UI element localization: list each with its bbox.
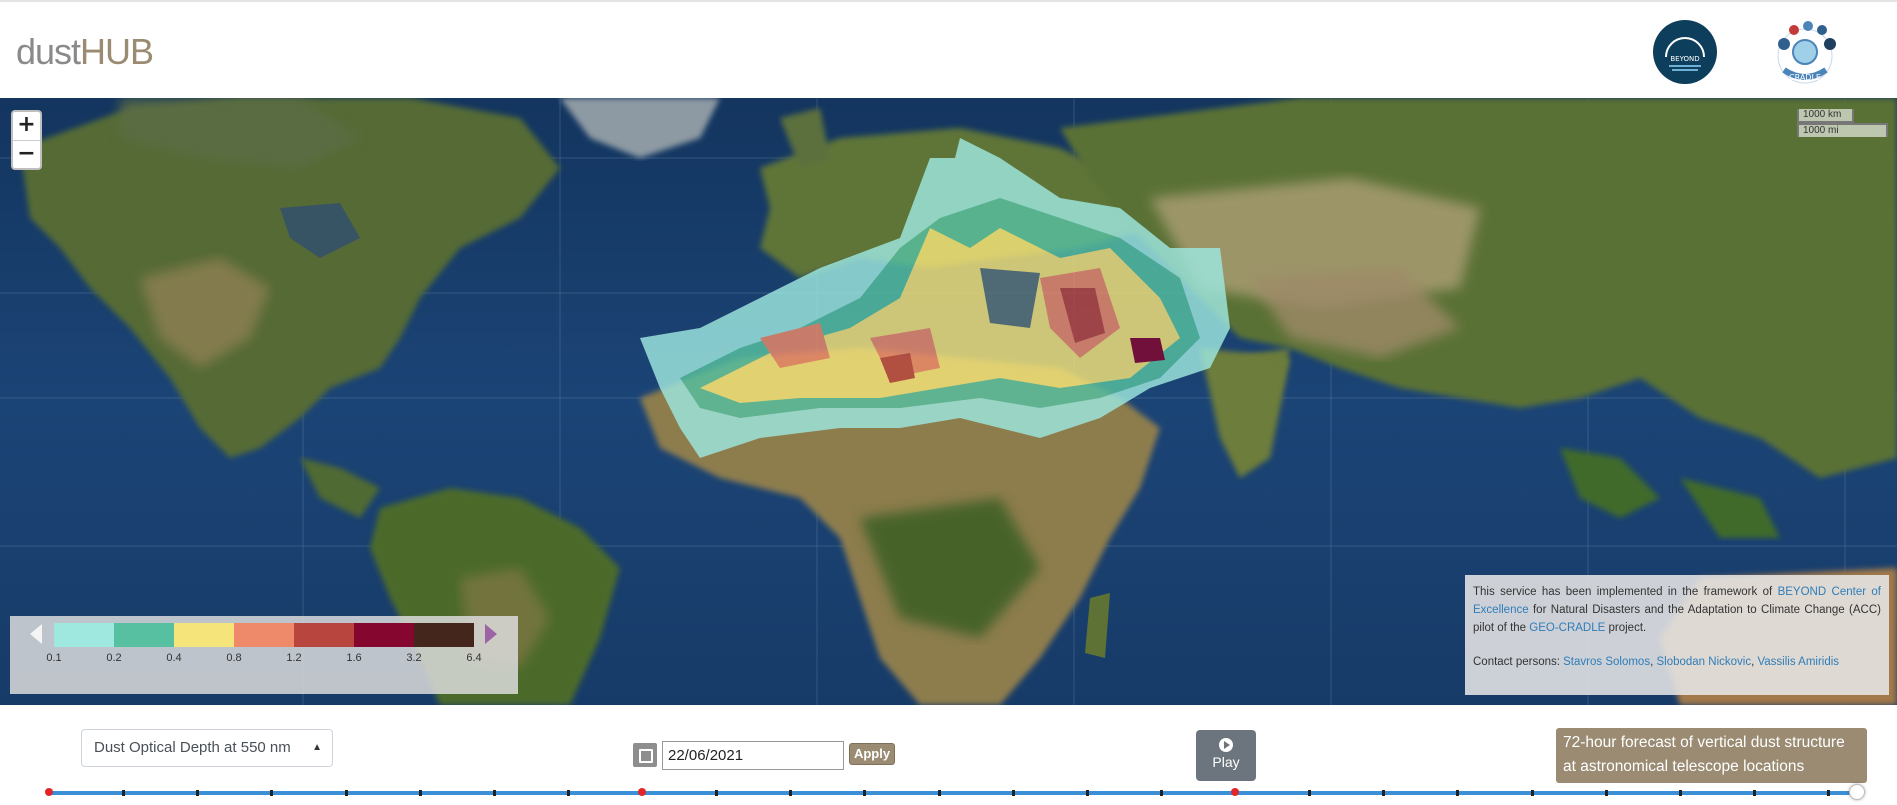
zoom-in-button[interactable]: + — [13, 112, 40, 140]
timeline-tick[interactable] — [1456, 790, 1459, 796]
geo-cradle-link[interactable]: GEO-CRADLE — [1529, 622, 1605, 634]
legend-ticks: 0.1 0.2 0.4 0.8 1.2 1.6 3.2 6.4 — [10, 652, 518, 672]
timeline-tick[interactable] — [270, 790, 273, 796]
legend-swatch — [414, 623, 474, 647]
timeline-tick[interactable] — [789, 790, 792, 796]
timeline-day-marker[interactable] — [45, 788, 53, 796]
legend-color-bar — [54, 623, 474, 647]
play-icon — [1219, 738, 1233, 752]
controls-bar: Dust Optical Depth at 550 nm ▲ Apply Pla… — [0, 705, 1897, 805]
timeline-day-marker[interactable] — [638, 788, 646, 796]
beyond-logo-text: BEYOND — [1670, 55, 1699, 63]
legend-tick-label: 0.2 — [106, 652, 122, 664]
legend-next-arrow-icon[interactable] — [485, 624, 497, 644]
cradle-logo-text: CRADLE — [1789, 73, 1821, 82]
timeline-tick[interactable] — [1086, 790, 1089, 796]
logo-dust: dust — [16, 31, 81, 72]
apply-button[interactable]: Apply — [849, 743, 895, 765]
legend-prev-arrow-icon[interactable] — [30, 624, 42, 644]
timeline-tick[interactable] — [122, 790, 125, 796]
legend-tick-label: 6.4 — [466, 652, 482, 664]
timeline-tick[interactable] — [345, 790, 348, 796]
legend-tick-label: 1.6 — [346, 652, 362, 664]
contact-link-solomos[interactable]: Stavros Solomos — [1563, 656, 1650, 668]
calendar-icon[interactable] — [633, 743, 657, 767]
timeline-tick[interactable] — [1012, 790, 1015, 796]
timeline-tick[interactable] — [938, 790, 941, 796]
select-caret-icon: ▲ — [312, 742, 322, 753]
legend-tick-label: 0.8 — [226, 652, 242, 664]
contact-label: Contact persons: — [1473, 656, 1564, 668]
beyond-logo[interactable]: BEYOND — [1652, 19, 1718, 85]
info-text-3: project. — [1605, 622, 1647, 634]
legend-swatch — [354, 623, 414, 647]
play-button[interactable]: Play — [1196, 730, 1256, 781]
timeline-tick[interactable] — [1308, 790, 1311, 796]
timeline-tick[interactable] — [419, 790, 422, 796]
timeline-tick[interactable] — [715, 790, 718, 796]
timeline-tick[interactable] — [1160, 790, 1163, 796]
play-label: Play — [1212, 754, 1240, 770]
timeline-tick[interactable] — [863, 790, 866, 796]
variable-select-value: Dust Optical Depth at 550 nm — [94, 739, 291, 756]
timeline-tick[interactable] — [1827, 790, 1830, 796]
timeline-tick[interactable] — [493, 790, 496, 796]
scale-bar: 1000 km 1000 mi — [1797, 109, 1888, 137]
date-input[interactable] — [662, 741, 844, 770]
legend-swatch — [174, 623, 234, 647]
logo-hub: HUB — [80, 31, 154, 72]
color-legend: 0.1 0.2 0.4 0.8 1.2 1.6 3.2 6.4 — [10, 616, 518, 694]
timeline-tick[interactable] — [196, 790, 199, 796]
timeline-slider[interactable] — [45, 784, 1865, 800]
timeline-tick[interactable] — [1382, 790, 1385, 796]
legend-swatch — [234, 623, 294, 647]
legend-swatch — [294, 623, 354, 647]
info-text: This service has been implemented in the… — [1473, 583, 1881, 637]
legend-tick-label: 3.2 — [406, 652, 422, 664]
legend-tick-label: 0.4 — [166, 652, 182, 664]
geo-cradle-logo[interactable]: CRADLE — [1770, 18, 1840, 88]
timeline-handle[interactable] — [1849, 784, 1865, 800]
dusthub-logo[interactable]: dustHUB — [16, 31, 154, 72]
info-text-1: This service has been implemented in the… — [1473, 586, 1778, 598]
scale-km: 1000 km — [1797, 109, 1854, 123]
timeline-tick[interactable] — [1531, 790, 1534, 796]
timeline-tick[interactable] — [1605, 790, 1608, 796]
contact-link-nickovic[interactable]: Slobodan Nickovic — [1656, 656, 1751, 668]
scale-mi: 1000 mi — [1797, 123, 1888, 137]
legend-tick-label: 1.2 — [286, 652, 302, 664]
timeline-tick[interactable] — [1753, 790, 1756, 796]
contact-link-amiridis[interactable]: Vassilis Amiridis — [1757, 656, 1839, 668]
zoom-control: + − — [11, 110, 42, 170]
timeline-tick[interactable] — [567, 790, 570, 796]
forecast-button[interactable]: 72-hour forecast of vertical dust struct… — [1556, 728, 1867, 783]
info-panel: This service has been implemented in the… — [1465, 575, 1889, 695]
header: dustHUB BEYOND CRADLE — [0, 2, 1897, 98]
contact-persons: Contact persons: Stavros Solomos, Slobod… — [1473, 653, 1881, 671]
legend-swatch — [114, 623, 174, 647]
timeline-day-marker[interactable] — [1231, 788, 1239, 796]
timeline-tick[interactable] — [1679, 790, 1682, 796]
legend-tick-label: 0.1 — [46, 652, 62, 664]
variable-select[interactable]: Dust Optical Depth at 550 nm ▲ — [81, 729, 333, 767]
zoom-out-button[interactable]: − — [13, 140, 40, 168]
legend-swatch — [54, 623, 114, 647]
